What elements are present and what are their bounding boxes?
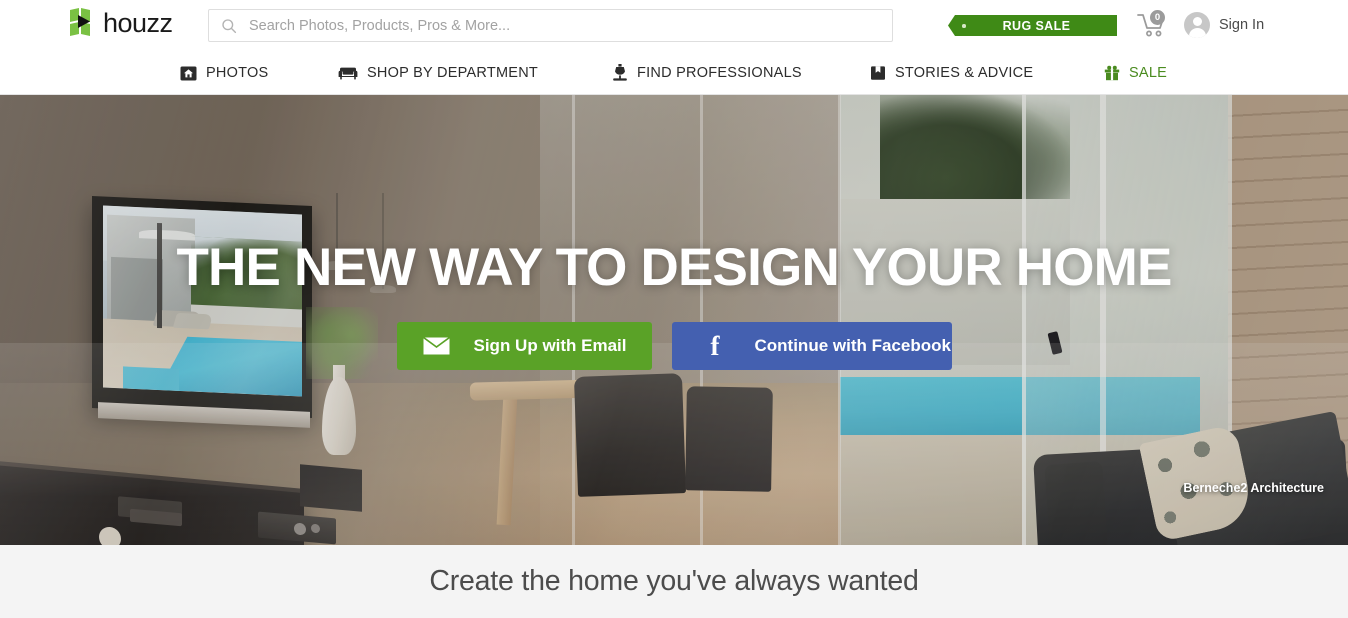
shopping-cart-button[interactable]: 0 (1137, 10, 1166, 38)
houzz-logo-wordmark: houzz (103, 8, 173, 38)
houzz-logo[interactable]: houzz (70, 8, 173, 38)
search-bar[interactable] (208, 9, 893, 42)
tagline-section: Create the home you've always wanted (0, 545, 1348, 618)
sign-in-label: Sign In (1219, 17, 1265, 33)
avatar-icon (1184, 12, 1210, 38)
continue-with-facebook-label: Continue with Facebook (754, 336, 951, 355)
sign-up-with-email-label: Sign Up with Email (473, 336, 627, 355)
professional-icon (613, 64, 627, 81)
nav-item-shop-by-department[interactable]: SHOP BY DEPARTMENT (338, 51, 538, 94)
nav-label-shop-by-department: SHOP BY DEPARTMENT (367, 64, 539, 81)
photos-icon (180, 66, 197, 80)
nav-label-sale: SALE (1129, 64, 1168, 81)
tagline-text: Create the home you've always wanted (429, 565, 919, 597)
rug-sale-promo-button[interactable]: RUG SALE (948, 15, 1117, 36)
search-icon (222, 18, 237, 33)
rug-sale-label: RUG SALE (1002, 18, 1071, 33)
photo-credit[interactable]: Berneche2 Architecture (1183, 481, 1324, 495)
houzz-logo-icon (70, 8, 90, 36)
nav-label-stories-and-advice: STORIES & ADVICE (895, 64, 1034, 81)
nav-label-find-professionals: FIND PROFESSIONALS (637, 64, 802, 81)
search-input[interactable] (249, 17, 849, 34)
sofa-icon (338, 67, 358, 79)
cart-count-badge: 0 (1150, 10, 1165, 25)
sign-in-button[interactable]: Sign In (1184, 12, 1264, 38)
nav-item-photos[interactable]: PHOTOS (180, 51, 268, 94)
main-navigation: PHOTOS SHOP BY DEPARTMENT FIND PROFESSIO… (0, 51, 1348, 95)
site-header: houzz RUG SALE 0 Sign In (0, 0, 1348, 51)
envelope-icon (422, 337, 450, 355)
nav-label-photos: PHOTOS (206, 64, 269, 81)
promo-dot-icon (962, 24, 966, 28)
hero-banner: THE NEW WAY TO DESIGN YOUR HOME Sign Up … (0, 95, 1348, 545)
nav-item-stories-and-advice[interactable]: STORIES & ADVICE (870, 51, 1033, 94)
continue-with-facebook-button[interactable]: f Continue with Facebook (671, 322, 952, 370)
book-icon (871, 65, 885, 80)
hero-signup-buttons: Sign Up with Email f Continue with Faceb… (396, 322, 952, 370)
facebook-icon: f (710, 330, 720, 361)
sign-up-with-email-button[interactable]: Sign Up with Email (396, 322, 652, 370)
nav-item-find-professionals[interactable]: FIND PROFESSIONALS (612, 51, 802, 94)
hero-headline: THE NEW WAY TO DESIGN YOUR HOME (176, 238, 1172, 297)
nav-item-sale[interactable]: SALE (1104, 51, 1167, 94)
gift-icon (1104, 65, 1120, 80)
